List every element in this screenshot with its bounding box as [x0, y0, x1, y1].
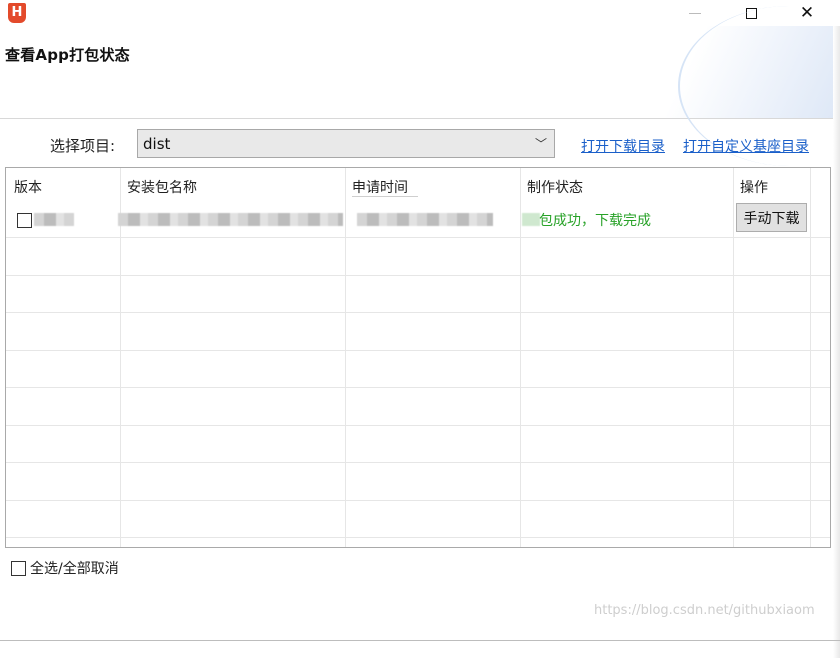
column-divider: [810, 168, 811, 547]
row-checkbox[interactable]: [17, 213, 32, 228]
row-divider: [6, 537, 830, 538]
row-divider: [6, 275, 830, 276]
header-underline: [352, 196, 418, 197]
version-blurred: [34, 213, 74, 226]
bottom-divider: [0, 640, 840, 641]
minimize-button[interactable]: [672, 0, 718, 26]
column-divider: [345, 168, 346, 547]
column-header-version[interactable]: 版本: [14, 177, 42, 197]
row-divider: [6, 462, 830, 463]
row-divider: [6, 387, 830, 388]
column-divider: [520, 168, 521, 547]
column-divider: [733, 168, 734, 547]
hbuilder-logo-icon: H: [8, 3, 26, 23]
app-window: H ✕ 查看App打包状态 选择项目: dist ﹀ 打开下载目录 打开自定义基…: [0, 0, 840, 658]
title-bar: H ✕: [0, 0, 840, 26]
select-all-box[interactable]: [11, 560, 26, 576]
select-all-checkbox[interactable]: 全选/全部取消: [11, 558, 119, 578]
row-divider: [6, 350, 830, 351]
row-divider: [6, 425, 830, 426]
window-edge-shadow: [833, 26, 840, 658]
row-divider: [6, 500, 830, 501]
status-blurred-prefix: [522, 213, 540, 226]
request-time-blurred: [357, 213, 493, 226]
package-name-blurred: [118, 213, 343, 226]
project-select[interactable]: dist ﹀: [137, 129, 555, 158]
open-custom-base-dir-link[interactable]: 打开自定义基座目录: [683, 136, 809, 156]
row-divider: [6, 312, 830, 313]
column-header-request-time[interactable]: 申请时间: [352, 177, 408, 197]
page-title: 查看App打包状态: [5, 46, 130, 64]
select-all-label: 全选/全部取消: [30, 561, 119, 577]
column-header-package-name[interactable]: 安装包名称: [127, 177, 197, 197]
column-header-action[interactable]: 操作: [740, 177, 768, 197]
row-divider: [6, 237, 830, 238]
project-select-value: dist: [143, 135, 171, 153]
open-download-dir-link[interactable]: 打开下载目录: [581, 136, 665, 156]
watermark-text: https://blog.csdn.net/githubxiaom: [594, 603, 815, 618]
minimize-icon: [689, 12, 701, 14]
build-status-table: 版本 安装包名称 申请时间 制作状态 操作 包成功，下载完成 手动下载: [5, 167, 831, 548]
chevron-down-icon: ﹀: [535, 137, 548, 151]
manual-download-button[interactable]: 手动下载: [736, 203, 807, 232]
column-header-status[interactable]: 制作状态: [527, 177, 583, 197]
dialog-header: 查看App打包状态: [0, 6, 840, 166]
status-text: 包成功，下载完成: [539, 213, 651, 229]
project-select-label: 选择项目:: [50, 137, 116, 155]
